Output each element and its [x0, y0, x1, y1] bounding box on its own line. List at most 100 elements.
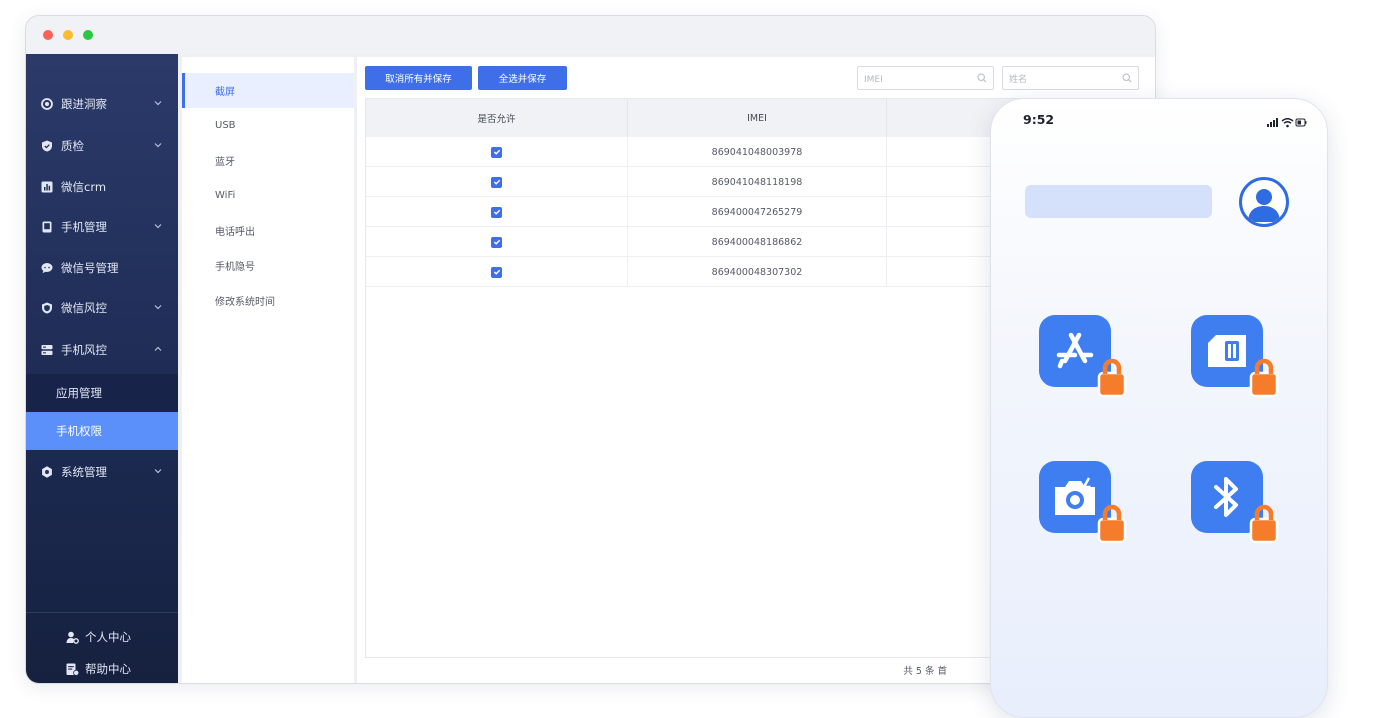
- sidebar-item-quality[interactable]: 质检: [26, 128, 178, 164]
- personal-center-link[interactable]: 个人中心: [66, 629, 131, 645]
- allowed-checkbox[interactable]: [491, 146, 502, 158]
- help-center-label: 帮助中心: [85, 662, 131, 676]
- submenu-item-screenshot[interactable]: 截屏: [182, 73, 354, 108]
- imei-cell: 869400047265279: [628, 197, 887, 227]
- check-icon: [493, 239, 500, 245]
- allowed-checkbox[interactable]: [491, 266, 502, 278]
- sim-card-app[interactable]: [1191, 315, 1287, 405]
- server-icon: [41, 344, 53, 356]
- submenu-item-usb[interactable]: USB: [182, 108, 354, 143]
- sidebar-item-phone-risk[interactable]: 手机风控: [26, 332, 178, 368]
- shield-icon: [41, 302, 53, 314]
- name-search-input[interactable]: [1003, 69, 1138, 91]
- submenu-item-outgoing-call[interactable]: 电话呼出: [182, 213, 354, 248]
- allowed-checkbox[interactable]: [491, 206, 502, 218]
- check-icon: [493, 179, 500, 185]
- imei-cell: 869400048186862: [628, 227, 887, 257]
- search-icon: [977, 73, 987, 83]
- camera-app[interactable]: [1039, 461, 1135, 551]
- sidebar-footer: 个人中心 帮助中心: [26, 612, 178, 683]
- allowed-cell: [366, 137, 628, 167]
- status-indicators: [1267, 118, 1307, 128]
- app-store-icon: [1056, 332, 1094, 369]
- submenu-item-label: 手机隐号: [215, 262, 255, 273]
- allowed-checkbox[interactable]: [491, 236, 502, 248]
- status-time: 9:52: [1023, 112, 1055, 127]
- user-gear-icon: [66, 631, 79, 644]
- allowed-cell: [366, 197, 628, 227]
- app-store-app[interactable]: [1039, 315, 1135, 405]
- title-bar: [26, 16, 1155, 54]
- minimize-window-button[interactable]: [63, 30, 73, 40]
- bar-chart-icon: [41, 181, 53, 193]
- chevron-down-icon: [154, 305, 162, 310]
- allowed-cell: [366, 167, 628, 197]
- allowed-cell: [366, 257, 628, 287]
- sidebar-item-wechat-crm[interactable]: 微信crm: [26, 169, 178, 205]
- sidebar-item-follow-insight[interactable]: 跟进洞察: [26, 86, 178, 122]
- sidebar-item-label: 微信号管理: [61, 261, 119, 275]
- signal-icon: [1267, 118, 1278, 127]
- battery-icon: [1295, 118, 1307, 127]
- imei-cell: 869041048118198: [628, 167, 887, 197]
- permission-submenu: 截屏 USB 蓝牙 WiFi 电话呼出 手机隐号 修改系统时间: [182, 57, 354, 683]
- sidebar-item-label: 系统管理: [61, 465, 107, 479]
- chevron-down-icon: [154, 143, 162, 148]
- bluetooth-icon: [1214, 477, 1238, 517]
- sidebar-item-wechat-risk[interactable]: 微信风控: [26, 290, 178, 326]
- sidebar-item-label: 质检: [61, 139, 84, 153]
- submenu-item-label: 电话呼出: [215, 227, 255, 238]
- sidebar-item-label: 手机管理: [61, 220, 107, 234]
- help-center-link[interactable]: 帮助中心: [66, 661, 131, 677]
- help-doc-icon: [66, 663, 79, 676]
- sidebar-item-label: 微信风控: [61, 301, 107, 315]
- name-search-field[interactable]: [1002, 66, 1139, 91]
- chat-icon: [41, 262, 53, 274]
- avatar[interactable]: [1239, 177, 1289, 227]
- wifi-icon: [1281, 118, 1294, 128]
- submenu-item-hidden-number[interactable]: 手机隐号: [182, 248, 354, 283]
- camera-icon: [1055, 477, 1095, 515]
- imei-cell: 869041048003978: [628, 137, 887, 167]
- maximize-window-button[interactable]: [83, 30, 93, 40]
- cancel-all-save-button[interactable]: 取消所有并保存: [365, 66, 472, 90]
- shield-check-icon: [41, 140, 53, 152]
- sidebar-subitem-phone-permission[interactable]: 手机权限: [26, 412, 178, 450]
- bluetooth-app[interactable]: [1191, 461, 1287, 551]
- phone-mockup: 9:52: [990, 98, 1328, 718]
- submenu-item-label: USB: [215, 120, 236, 131]
- imei-search-field[interactable]: [857, 66, 994, 91]
- sidebar-item-label: 微信crm: [61, 180, 107, 194]
- select-all-save-button[interactable]: 全选并保存: [478, 66, 567, 90]
- chevron-down-icon: [154, 224, 162, 229]
- allowed-checkbox[interactable]: [491, 176, 502, 188]
- sidebar-item-system-management[interactable]: 系统管理: [26, 454, 178, 490]
- sidebar-item-wechat-account[interactable]: 微信号管理: [26, 250, 178, 286]
- lock-icon: [1249, 358, 1279, 398]
- sidebar-subitem-label: 应用管理: [56, 386, 102, 400]
- phone-search-bar[interactable]: [1025, 185, 1212, 218]
- chevron-up-icon: [154, 346, 162, 351]
- sidebar-subitem-label: 手机权限: [56, 424, 102, 438]
- sidebar-item-phone-management[interactable]: 手机管理: [26, 209, 178, 245]
- submenu-item-label: 修改系统时间: [215, 297, 275, 308]
- close-window-button[interactable]: [43, 30, 53, 40]
- sidebar-subitem-app-management[interactable]: 应用管理: [26, 374, 178, 412]
- lock-icon: [1097, 358, 1127, 398]
- submenu-item-wifi[interactable]: WiFi: [182, 178, 354, 213]
- sidebar-item-label: 跟进洞察: [61, 97, 107, 111]
- sidebar: 跟进洞察 质检 微信crm 手机管理 微信号管理 微信风控 手机风控 应用管理 …: [26, 54, 178, 683]
- phone-icon: [41, 221, 53, 233]
- chevron-down-icon: [154, 469, 162, 474]
- column-header-allowed: 是否允许: [366, 99, 628, 137]
- submenu-item-label: 截屏: [215, 87, 235, 98]
- allowed-cell: [366, 227, 628, 257]
- sim-card-icon: [1208, 335, 1246, 367]
- imei-search-input[interactable]: [858, 69, 993, 91]
- personal-center-label: 个人中心: [85, 630, 131, 644]
- lock-icon: [1097, 504, 1127, 544]
- submenu-item-system-time[interactable]: 修改系统时间: [182, 283, 354, 318]
- submenu-item-bluetooth[interactable]: 蓝牙: [182, 143, 354, 178]
- check-icon: [493, 149, 500, 155]
- chevron-down-icon: [154, 101, 162, 106]
